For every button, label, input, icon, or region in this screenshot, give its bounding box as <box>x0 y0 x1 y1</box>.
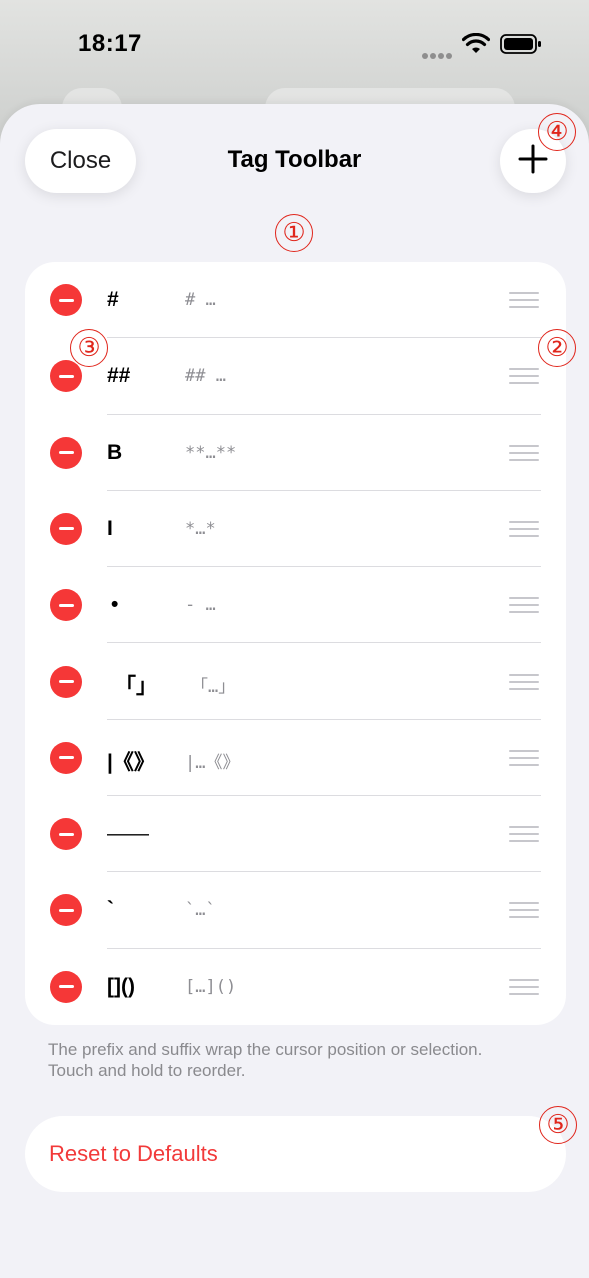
delete-row-button[interactable] <box>50 970 82 1003</box>
minus-icon <box>58 908 74 912</box>
drag-handle-icon[interactable] <box>509 444 539 461</box>
minus-icon <box>58 298 74 302</box>
drag-handle-icon[interactable] <box>509 749 539 766</box>
tag-toolbar-sheet: Close Tag Toolbar ④ ① # # … ## ## … B ** <box>0 104 589 1278</box>
tag-label: |《》 <box>107 750 155 774</box>
tag-label: • <box>111 593 119 617</box>
tag-preview: ## … <box>185 366 226 387</box>
list-item[interactable]: • - … <box>25 567 566 644</box>
list-item[interactable]: I *…* <box>25 491 566 568</box>
list-item[interactable]: |《》 |…《》 <box>25 720 566 797</box>
tag-list: # # … ## ## … B **…** I *…* • - … 「」 「…」… <box>25 262 566 1025</box>
tag-label: # <box>107 288 119 311</box>
delete-row-button[interactable] <box>50 360 82 393</box>
minus-icon <box>58 527 74 531</box>
tag-preview: *…* <box>185 518 216 539</box>
annotation-marker-4: ④ <box>538 113 576 151</box>
tag-label: 「」 <box>115 674 157 698</box>
tag-label: —— <box>107 822 149 846</box>
drag-handle-icon[interactable] <box>509 520 539 537</box>
list-item[interactable]: B **…** <box>25 415 566 491</box>
minus-icon <box>58 756 74 760</box>
tag-preview: # … <box>185 290 216 310</box>
delete-row-button[interactable] <box>50 818 82 851</box>
delete-row-button[interactable] <box>50 436 82 469</box>
status-bar: 18:17 <box>0 0 589 90</box>
tag-preview: - … <box>185 595 216 616</box>
delete-row-button[interactable] <box>50 894 82 927</box>
drag-handle-icon[interactable] <box>509 597 539 614</box>
list-item[interactable]: 「」 「…」 <box>25 644 566 720</box>
status-time: 18:17 <box>78 30 142 57</box>
drag-handle-icon[interactable] <box>509 902 539 919</box>
tag-label: I <box>107 516 113 540</box>
minus-icon <box>58 374 74 378</box>
delete-row-button[interactable] <box>50 665 82 698</box>
delete-row-button[interactable] <box>50 741 82 774</box>
tag-label: []() <box>107 974 135 998</box>
tag-preview: `…` <box>185 900 216 921</box>
tag-label: B <box>107 440 123 464</box>
drag-handle-icon[interactable] <box>509 292 539 308</box>
tag-preview: **…** <box>185 442 237 463</box>
battery-icon <box>500 34 542 59</box>
delete-row-button[interactable] <box>50 589 82 622</box>
drag-handle-icon[interactable] <box>509 673 539 690</box>
tag-label: ## <box>107 364 131 388</box>
annotation-marker-3: ③ <box>70 329 108 367</box>
drag-handle-icon[interactable] <box>509 826 539 843</box>
list-item[interactable]: —— <box>25 796 566 873</box>
drag-handle-icon[interactable] <box>509 978 539 995</box>
tag-label: ` <box>107 898 114 922</box>
annotation-marker-1: ① <box>275 214 313 252</box>
delete-row-button[interactable] <box>50 284 82 316</box>
drag-handle-icon[interactable] <box>509 368 539 385</box>
wifi-icon <box>461 32 491 60</box>
minus-icon <box>58 985 74 989</box>
list-item[interactable]: # # … <box>25 262 566 339</box>
plus-icon <box>518 144 548 179</box>
minus-icon <box>58 832 74 836</box>
tag-preview: 「…」 <box>191 676 236 697</box>
list-item[interactable]: []() […]() <box>25 949 566 1025</box>
reset-to-defaults-button[interactable]: Reset to Defaults <box>25 1116 566 1192</box>
minus-icon <box>58 451 74 455</box>
tag-preview: |…《》 <box>185 752 240 773</box>
annotation-marker-2: ② <box>538 329 576 367</box>
cellular-signal-icon <box>422 46 454 64</box>
footer-note: The prefix and suffix wrap the cursor po… <box>48 1040 483 1080</box>
tag-preview: […]() <box>185 976 237 997</box>
delete-row-button[interactable] <box>50 512 82 545</box>
minus-icon <box>58 680 74 683</box>
minus-icon <box>58 603 74 607</box>
annotation-marker-5: ⑤ <box>539 1106 577 1144</box>
list-item[interactable]: ` `…` <box>25 872 566 949</box>
